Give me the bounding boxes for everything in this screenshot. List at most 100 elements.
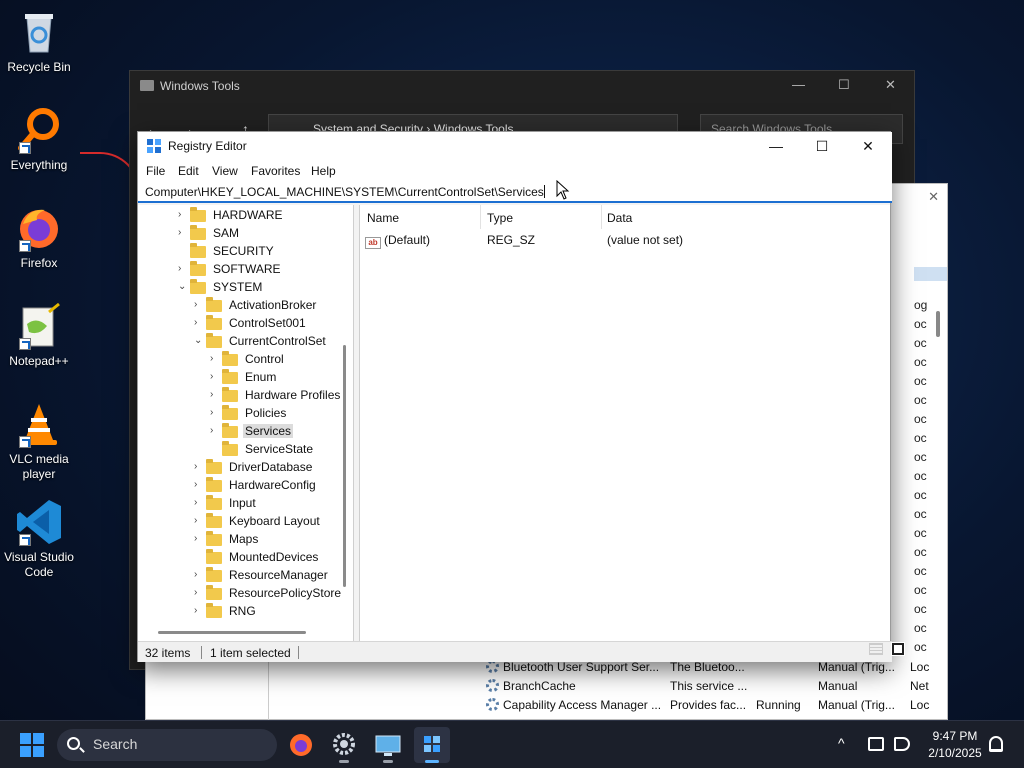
chevron-right-icon[interactable]: › bbox=[194, 479, 204, 490]
chevron-right-icon[interactable]: › bbox=[194, 515, 204, 526]
folder-icon bbox=[206, 495, 222, 510]
running-indicator bbox=[383, 760, 393, 763]
values-pane[interactable]: Name Type Data ab (Default) REG_SZ (value… bbox=[359, 205, 890, 641]
chevron-right-icon[interactable]: › bbox=[210, 425, 220, 436]
shortcut-arrow-icon bbox=[19, 436, 31, 448]
start-button[interactable] bbox=[20, 733, 44, 757]
chevron-down-icon[interactable]: ⌄ bbox=[194, 335, 204, 346]
menu-file[interactable]: File bbox=[146, 164, 165, 178]
logon-cell-fragment: oc bbox=[914, 469, 927, 483]
folder-icon bbox=[222, 441, 238, 456]
key-tree-pane[interactable]: › HARDWARE › SAM SECURITY › SOFTWARE ⌄ SYSTE… bbox=[138, 205, 354, 641]
desktop-icon-label: VLC media player bbox=[9, 452, 69, 481]
status-bar: 32 items 1 item selected bbox=[138, 641, 892, 662]
column-header-type[interactable]: Type bbox=[487, 211, 513, 225]
window-title: Registry Editor bbox=[168, 139, 247, 153]
desktop-icon-everything[interactable]: Everything bbox=[4, 106, 74, 173]
maximize-button[interactable]: ☐ bbox=[799, 132, 845, 160]
firefox-icon bbox=[290, 734, 312, 756]
menu-edit[interactable]: Edit bbox=[178, 164, 199, 178]
desktop-icon-label: Firefox bbox=[20, 256, 58, 270]
chevron-right-icon[interactable]: › bbox=[194, 299, 204, 310]
chevron-right-icon[interactable]: › bbox=[210, 389, 220, 400]
column-divider[interactable] bbox=[480, 205, 481, 229]
taskbar-app-registry-editor[interactable] bbox=[414, 727, 450, 763]
menu-help[interactable]: Help bbox=[311, 164, 336, 178]
menu-bar: File Edit View Favorites Help bbox=[138, 160, 892, 182]
chevron-right-icon[interactable]: › bbox=[178, 227, 188, 238]
folder-open-icon bbox=[222, 423, 238, 438]
chevron-right-icon[interactable]: › bbox=[194, 497, 204, 508]
chevron-right-icon[interactable]: › bbox=[210, 371, 220, 382]
tiles-view-icon[interactable] bbox=[891, 642, 905, 656]
clock-time[interactable]: 9:47 PM bbox=[925, 729, 985, 743]
chevron-right-icon[interactable]: › bbox=[178, 209, 188, 220]
desktop-icon-firefox[interactable]: Firefox bbox=[4, 204, 74, 271]
pane-divider[interactable] bbox=[268, 662, 269, 721]
tree-horizontal-scrollbar[interactable] bbox=[158, 631, 306, 634]
chevron-right-icon[interactable]: › bbox=[194, 461, 204, 472]
shortcut-arrow-icon bbox=[19, 142, 31, 154]
selection-highlight bbox=[914, 267, 947, 281]
taskbar-app-settings[interactable] bbox=[326, 727, 362, 763]
taskbar: Search ^ 9:47 PM 2/10/2025 bbox=[0, 720, 1024, 768]
chevron-right-icon[interactable]: › bbox=[194, 533, 204, 544]
window-title: Windows Tools bbox=[160, 79, 240, 93]
notification-bell-icon[interactable] bbox=[989, 736, 1003, 752]
chevron-right-icon[interactable]: › bbox=[194, 605, 204, 616]
taskbar-app-remote-desktop[interactable] bbox=[370, 727, 406, 763]
search-label: Search bbox=[93, 736, 138, 752]
minimize-button[interactable]: — bbox=[792, 77, 805, 92]
maximize-button[interactable]: ☐ bbox=[838, 77, 850, 93]
logon-cell-fragment: oc bbox=[914, 583, 927, 597]
service-description: The Bluetoo... bbox=[670, 660, 745, 674]
desktop-icon-vscode[interactable]: Visual Studio Code bbox=[4, 498, 74, 580]
logon-cell-fragment: og bbox=[914, 298, 928, 312]
logon-cell-fragment: oc bbox=[914, 621, 927, 635]
chevron-down-icon[interactable]: ⌄ bbox=[178, 281, 188, 292]
folder-icon bbox=[222, 369, 238, 384]
desktop-icon-recycle-bin[interactable]: Recycle Bin bbox=[4, 8, 74, 75]
chevron-right-icon[interactable]: › bbox=[210, 353, 220, 364]
folder-icon bbox=[206, 459, 222, 474]
close-button[interactable]: ✕ bbox=[885, 77, 896, 93]
taskbar-search[interactable]: Search bbox=[57, 729, 277, 761]
logon-cell-fragment: oc bbox=[914, 412, 927, 426]
folder-icon bbox=[222, 405, 238, 420]
chevron-right-icon[interactable]: › bbox=[194, 587, 204, 598]
network-icon[interactable] bbox=[868, 737, 884, 751]
clock-date[interactable]: 2/10/2025 bbox=[923, 746, 987, 760]
close-button[interactable]: ✕ bbox=[928, 189, 939, 205]
status-item-count: 32 items bbox=[145, 646, 191, 660]
column-header-name[interactable]: Name bbox=[367, 211, 399, 225]
column-header-data[interactable]: Data bbox=[607, 211, 632, 225]
volume-muted-icon[interactable] bbox=[894, 737, 910, 751]
chevron-right-icon[interactable]: › bbox=[194, 569, 204, 580]
minimize-button[interactable]: — bbox=[753, 132, 799, 160]
tree-vertical-scrollbar[interactable] bbox=[343, 345, 346, 587]
title-bar[interactable]: Registry Editor — ☐ ✕ bbox=[138, 132, 892, 160]
details-view-icon[interactable] bbox=[869, 643, 883, 655]
registry-editor-icon bbox=[424, 736, 440, 752]
address-bar[interactable]: Computer\HKEY_LOCAL_MACHINE\SYSTEM\Curre… bbox=[138, 182, 892, 203]
folder-icon bbox=[206, 603, 222, 618]
logon-cell-fragment: oc bbox=[914, 336, 927, 350]
chevron-right-icon[interactable]: › bbox=[210, 407, 220, 418]
shortcut-arrow-icon bbox=[19, 338, 31, 350]
vlc-icon bbox=[15, 400, 63, 448]
menu-favorites[interactable]: Favorites bbox=[251, 164, 300, 178]
close-button[interactable]: ✕ bbox=[845, 132, 891, 160]
registry-editor-window[interactable]: Registry Editor — ☐ ✕ File Edit View Fav… bbox=[137, 131, 892, 662]
column-divider[interactable] bbox=[601, 205, 602, 229]
chevron-right-icon[interactable]: › bbox=[194, 317, 204, 328]
folder-icon bbox=[206, 531, 222, 546]
taskbar-app-firefox[interactable] bbox=[283, 727, 319, 763]
service-name: Bluetooth User Support Ser... bbox=[486, 660, 659, 674]
value-name[interactable]: ab (Default) bbox=[365, 233, 430, 249]
desktop-icon-notepadpp[interactable]: Notepad++ bbox=[4, 302, 74, 369]
chevron-right-icon[interactable]: › bbox=[178, 263, 188, 274]
menu-view[interactable]: View bbox=[212, 164, 238, 178]
service-logon: Loc bbox=[910, 698, 930, 712]
show-hidden-icons-chevron[interactable]: ^ bbox=[838, 735, 845, 751]
desktop-icon-vlc[interactable]: VLC media player bbox=[4, 400, 74, 482]
